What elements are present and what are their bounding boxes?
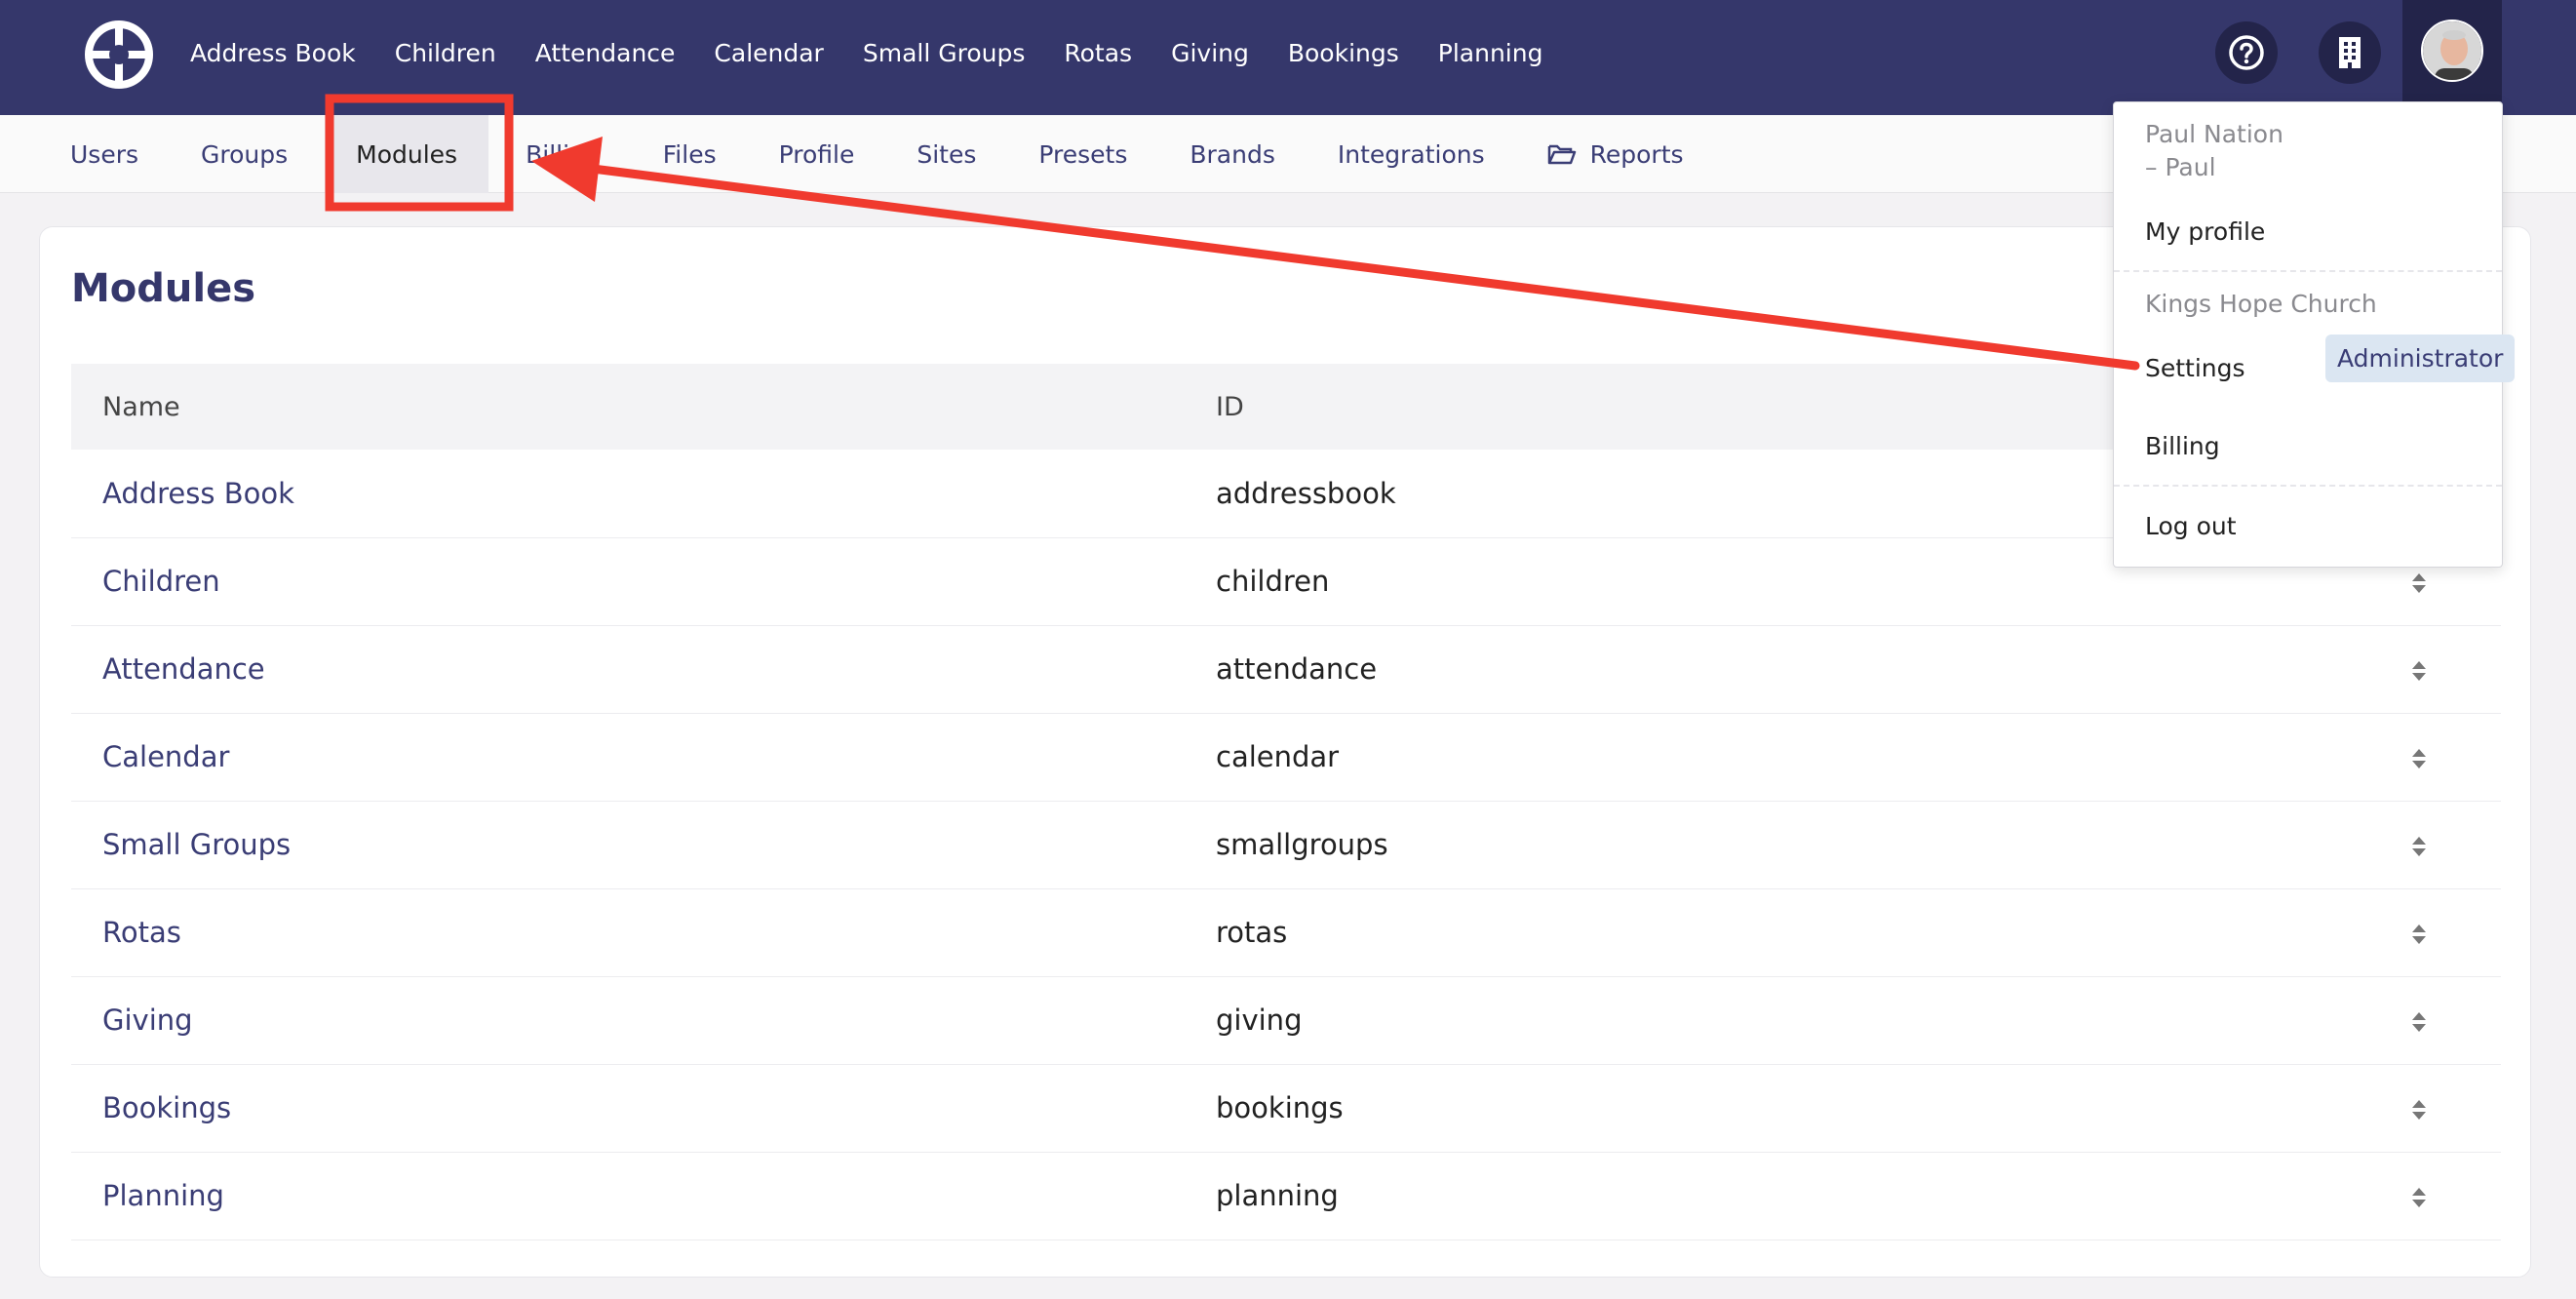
user-dropdown-menu: Paul Nation – Paul My profile Kings Hope…	[2113, 101, 2516, 568]
help-icon	[2229, 35, 2264, 70]
role-badge: Administrator	[2325, 335, 2516, 382]
tab-profile[interactable]: Profile	[748, 115, 886, 193]
menu-divider	[2114, 270, 2502, 272]
module-id: planning	[1185, 1152, 2306, 1240]
logout-link[interactable]: Log out	[2145, 512, 2237, 540]
page-title: Modules	[71, 266, 256, 311]
nav-item-giving[interactable]: Giving	[1171, 39, 1249, 67]
nav-item-children[interactable]: Children	[395, 39, 496, 67]
sort-handle-icon[interactable]	[2411, 835, 2427, 858]
module-name-link[interactable]: Children	[71, 537, 1185, 626]
table-row: Rotas rotas	[71, 888, 2501, 977]
tab-modules[interactable]: Modules	[325, 115, 489, 193]
nav-item-small-groups[interactable]: Small Groups	[863, 39, 1026, 67]
module-name-link[interactable]: Bookings	[71, 1064, 1185, 1153]
user-short-name: – Paul	[2145, 153, 2216, 181]
table-row: Small Groups smallgroups	[71, 801, 2501, 889]
module-name-link[interactable]: Rotas	[71, 888, 1185, 977]
nav-item-rotas[interactable]: Rotas	[1064, 39, 1132, 67]
sort-handle-icon[interactable]	[2411, 571, 2427, 595]
sort-handle-icon[interactable]	[2411, 923, 2427, 946]
help-button[interactable]	[2215, 21, 2278, 84]
sort-handle-icon[interactable]	[2411, 1010, 2427, 1034]
sort-handle-icon[interactable]	[2411, 1098, 2427, 1122]
tab-groups[interactable]: Groups	[170, 115, 319, 193]
sort-handle-icon[interactable]	[2411, 659, 2427, 683]
module-id: calendar	[1185, 713, 2306, 802]
main-nav: Address Book Children Attendance Calenda…	[190, 0, 1581, 105]
module-name-link[interactable]: Small Groups	[71, 801, 1185, 889]
module-name-link[interactable]: Planning	[71, 1152, 1185, 1240]
table-row: Bookings bookings	[71, 1064, 2501, 1153]
nav-item-bookings[interactable]: Bookings	[1288, 39, 1399, 67]
nav-item-address-book[interactable]: Address Book	[190, 39, 356, 67]
avatar	[2421, 20, 2483, 82]
logo-icon[interactable]	[84, 20, 154, 90]
module-name-link[interactable]: Attendance	[71, 625, 1185, 714]
my-profile-link[interactable]: My profile	[2145, 217, 2265, 246]
folder-open-icon	[1547, 144, 1576, 165]
tab-reports[interactable]: Reports	[1516, 115, 1715, 193]
module-id: attendance	[1185, 625, 2306, 714]
church-name: Kings Hope Church	[2145, 290, 2377, 318]
nav-item-planning[interactable]: Planning	[1438, 39, 1543, 67]
top-navbar: Address Book Children Attendance Calenda…	[0, 0, 2576, 115]
module-id: bookings	[1185, 1064, 2306, 1153]
nav-item-attendance[interactable]: Attendance	[535, 39, 676, 67]
column-header-name: Name	[71, 364, 1185, 450]
tab-brands[interactable]: Brands	[1158, 115, 1307, 193]
tab-integrations[interactable]: Integrations	[1307, 115, 1516, 193]
module-id: rotas	[1185, 888, 2306, 977]
menu-divider	[2114, 485, 2502, 487]
module-name-link[interactable]: Giving	[71, 976, 1185, 1065]
settings-link[interactable]: Settings Administrator	[2145, 335, 2516, 382]
tab-sites[interactable]: Sites	[885, 115, 1007, 193]
module-id: smallgroups	[1185, 801, 2306, 889]
table-row: Calendar calendar	[71, 713, 2501, 802]
sort-handle-icon[interactable]	[2411, 1186, 2427, 1209]
organisation-button[interactable]	[2319, 21, 2381, 84]
module-name-link[interactable]: Address Book	[71, 450, 1185, 538]
tab-users[interactable]: Users	[39, 115, 170, 193]
table-row: Giving giving	[71, 976, 2501, 1065]
module-id: giving	[1185, 976, 2306, 1065]
tab-presets[interactable]: Presets	[1007, 115, 1158, 193]
user-name: Paul Nation	[2145, 120, 2283, 148]
table-row: Attendance attendance	[71, 625, 2501, 714]
billing-link[interactable]: Billing	[2145, 432, 2220, 460]
nav-item-calendar[interactable]: Calendar	[714, 39, 823, 67]
tab-billing[interactable]: Billing	[494, 115, 632, 193]
tab-files[interactable]: Files	[632, 115, 748, 193]
sort-handle-icon[interactable]	[2411, 747, 2427, 770]
settings-label: Settings	[2145, 354, 2245, 382]
user-menu-button[interactable]	[2402, 0, 2502, 101]
building-icon	[2339, 37, 2361, 68]
table-row: Planning planning	[71, 1152, 2501, 1240]
module-name-link[interactable]: Calendar	[71, 713, 1185, 802]
